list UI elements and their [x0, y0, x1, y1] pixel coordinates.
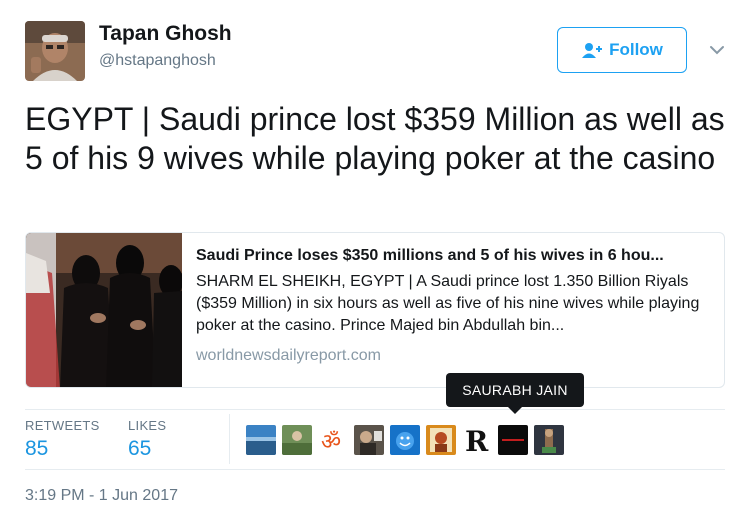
- follow-button-label: Follow: [609, 40, 663, 59]
- add-user-icon: [581, 42, 603, 58]
- card-title[interactable]: Saudi Prince loses $350 millions and 5 o…: [196, 247, 716, 265]
- avatar[interactable]: [25, 21, 85, 81]
- card-description: SHARM EL SHEIKH, EGYPT | A Saudi prince …: [196, 273, 700, 334]
- svg-text:ॐ: ॐ: [321, 430, 341, 455]
- chevron-down-icon[interactable]: [707, 40, 727, 60]
- card-domain[interactable]: worldnewsdailyreport.com: [196, 347, 381, 365]
- liker-avatar[interactable]: [390, 425, 420, 455]
- svg-text:R: R: [465, 425, 489, 455]
- tooltip-arrow: [508, 407, 522, 414]
- liker-avatar[interactable]: R: [462, 425, 492, 455]
- user-handle[interactable]: @hstapanghosh: [99, 52, 216, 70]
- liker-avatar[interactable]: [498, 425, 528, 455]
- retweets-count[interactable]: 85: [25, 437, 48, 461]
- stats-top-divider: [25, 409, 725, 410]
- liker-avatar[interactable]: [282, 425, 312, 455]
- liker-avatar[interactable]: ॐ: [318, 425, 348, 455]
- user-display-name[interactable]: Tapan Ghosh: [99, 22, 232, 46]
- liker-avatar[interactable]: [534, 425, 564, 455]
- liker-tooltip: SAURABH JAIN: [446, 373, 584, 407]
- tweet-text: EGYPT | Saudi prince lost $359 Million a…: [25, 101, 725, 176]
- tweet-timestamp[interactable]: 3:19 PM - 1 Jun 2017: [25, 487, 178, 505]
- liker-avatar[interactable]: [246, 425, 276, 455]
- likes-count[interactable]: 65: [128, 437, 151, 461]
- liker-avatar[interactable]: [426, 425, 456, 455]
- stats-bottom-divider: [25, 469, 725, 470]
- liker-avatar[interactable]: [354, 425, 384, 455]
- stats-vertical-divider: [229, 414, 230, 464]
- likes-label[interactable]: LIKES: [128, 418, 166, 433]
- retweets-label[interactable]: RETWEETS: [25, 418, 100, 433]
- follow-button[interactable]: Follow: [557, 27, 687, 73]
- card-thumbnail: [26, 233, 183, 387]
